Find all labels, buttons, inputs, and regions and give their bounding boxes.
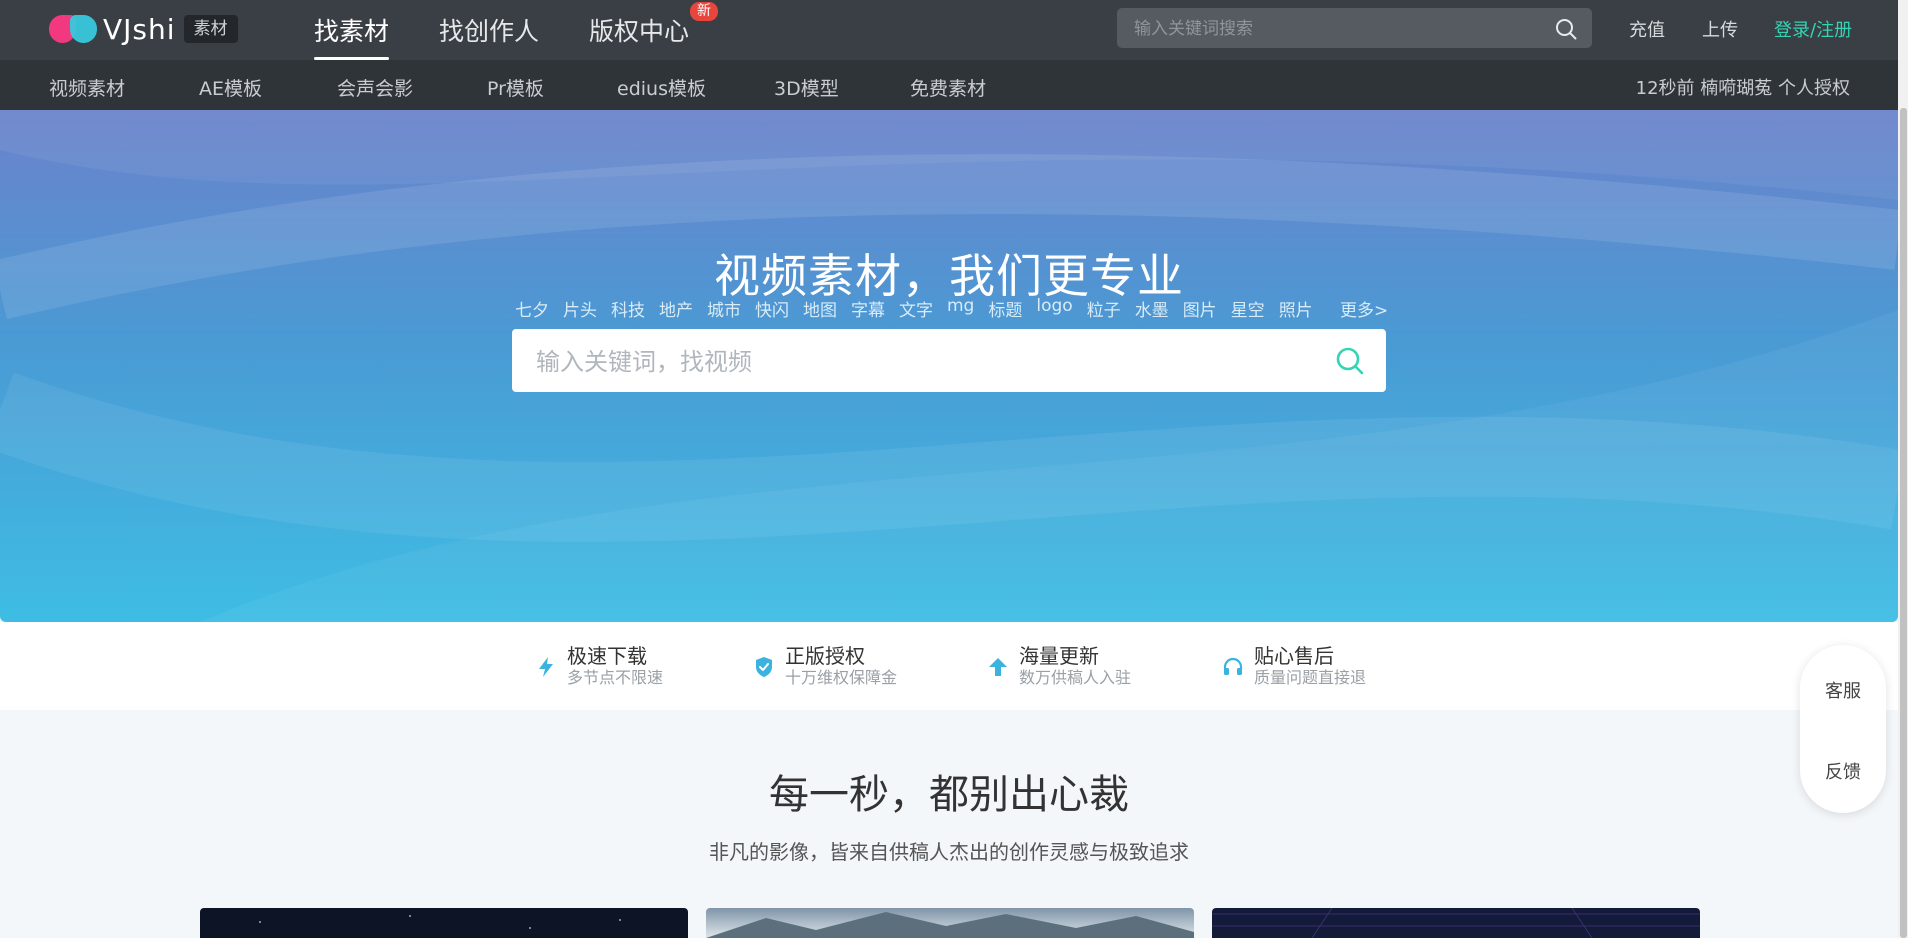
feature-after-sales: 贴心售后 质量问题直接退 xyxy=(1222,644,1366,688)
hot-tag[interactable]: 星空 xyxy=(1231,296,1265,321)
feature-title: 贴心售后 xyxy=(1254,644,1334,668)
section-subtitle: 非凡的影像，皆来自供稿人杰出的创作灵感与极致追求 xyxy=(709,840,1189,864)
nav-find-assets[interactable]: 找素材 xyxy=(314,12,389,48)
header-search-input[interactable] xyxy=(1132,8,1536,50)
nav-find-creators[interactable]: 找创作人 xyxy=(439,12,539,48)
video-card[interactable] xyxy=(706,908,1194,938)
top-navbar xyxy=(0,0,1898,60)
feature-title: 极速下载 xyxy=(567,644,647,668)
logo-text: VJshi xyxy=(103,12,176,46)
hero-search-input[interactable] xyxy=(534,329,1318,394)
feedback-button[interactable]: 反馈 xyxy=(1800,758,1886,784)
feature-subtitle: 质量问题直接退 xyxy=(1254,668,1367,687)
video-thumbnail xyxy=(1212,908,1700,938)
hot-tag[interactable]: logo xyxy=(1036,296,1072,321)
hot-tag[interactable]: 字幕 xyxy=(851,296,885,321)
hot-tags: 七夕 片头 科技 地产 城市 快闪 地图 字幕 文字 mg 标题 logo 粒子… xyxy=(515,296,1313,321)
video-thumbnail xyxy=(259,915,621,929)
subnav-item-pr[interactable]: Pr模板 xyxy=(487,74,544,101)
new-badge: 新 xyxy=(690,2,718,21)
feature-subtitle: 多节点不限速 xyxy=(567,668,664,687)
logo-mark-icon xyxy=(49,14,97,44)
customer-service-button[interactable]: 客服 xyxy=(1800,677,1886,703)
login-register-link[interactable]: 登录/注册 xyxy=(1774,16,1852,42)
hot-tag[interactable]: 图片 xyxy=(1183,296,1217,321)
hot-tag[interactable]: 快闪 xyxy=(755,296,789,321)
feature-title: 正版授权 xyxy=(785,644,865,668)
nav-copyright-center[interactable]: 版权中心 xyxy=(589,12,689,48)
hot-tag[interactable]: 地产 xyxy=(659,296,693,321)
header-search-box xyxy=(1117,8,1592,50)
headset-icon xyxy=(1223,657,1243,675)
features-strip: 极速下载 多节点不限速 正版授权 十万维权保障金 海量更新 数万供稿人入驻 贴心… xyxy=(0,622,1898,710)
subnav-item-vegas[interactable]: 会声会影 xyxy=(337,74,413,101)
search-icon[interactable] xyxy=(1554,17,1578,41)
site-logo[interactable]: VJshi 素材 xyxy=(49,12,238,46)
feature-subtitle: 十万维权保障金 xyxy=(785,668,898,687)
upload-link[interactable]: 上传 xyxy=(1702,16,1738,42)
subnav-item-3d[interactable]: 3D模型 xyxy=(774,74,839,101)
feature-subtitle: 数万供稿人入驻 xyxy=(1019,668,1132,687)
hot-tag[interactable]: 科技 xyxy=(611,296,645,321)
hot-tag[interactable]: 粒子 xyxy=(1087,296,1121,321)
video-card[interactable] xyxy=(1212,908,1700,938)
hero-banner: 视频素材，我们更专业 xyxy=(0,110,1898,622)
feature-updates: 海量更新 数万供稿人入驻 xyxy=(987,644,1131,688)
hero-search-box xyxy=(512,329,1386,394)
shield-check-icon xyxy=(756,657,772,677)
lightning-icon xyxy=(539,657,553,677)
floating-service-widget: 客服 反馈 xyxy=(1800,645,1886,813)
arrow-up-icon xyxy=(989,658,1007,676)
subnav-item-ae[interactable]: AE模板 xyxy=(199,74,262,101)
hot-tag[interactable]: 七夕 xyxy=(515,296,549,321)
license-ticker: 12秒前 楠嗬瑚菟 个人授权 xyxy=(1635,78,1850,99)
subnav-item-free[interactable]: 免费素材 xyxy=(910,74,986,101)
scrollbar-thumb[interactable] xyxy=(1900,108,1907,938)
section-title: 每一秒，都别出心裁 xyxy=(769,772,1129,818)
hot-tag[interactable]: 片头 xyxy=(563,296,597,321)
hot-tag[interactable]: 照片 xyxy=(1279,296,1313,321)
hot-tag[interactable]: 水墨 xyxy=(1135,296,1169,321)
more-tags-link[interactable]: 更多> xyxy=(1340,296,1388,321)
logo-badge: 素材 xyxy=(183,15,238,43)
hot-tag[interactable]: 城市 xyxy=(707,296,741,321)
hot-tag[interactable]: 文字 xyxy=(899,296,933,321)
hot-tag[interactable]: 标题 xyxy=(988,296,1022,321)
recharge-link[interactable]: 充值 xyxy=(1629,16,1665,42)
feature-title: 海量更新 xyxy=(1019,644,1099,668)
hot-tag[interactable]: mg xyxy=(947,296,974,321)
feature-fast-download: 极速下载 多节点不限速 xyxy=(535,644,663,688)
search-icon[interactable] xyxy=(1334,345,1366,377)
feature-licensed: 正版授权 十万维权保障金 xyxy=(753,644,897,688)
video-card[interactable] xyxy=(200,908,688,938)
subnav-item-video[interactable]: 视频素材 xyxy=(49,74,125,101)
video-thumbnail xyxy=(706,912,1194,938)
subnav-item-edius[interactable]: edius模板 xyxy=(617,74,706,101)
hot-tag[interactable]: 地图 xyxy=(803,296,837,321)
